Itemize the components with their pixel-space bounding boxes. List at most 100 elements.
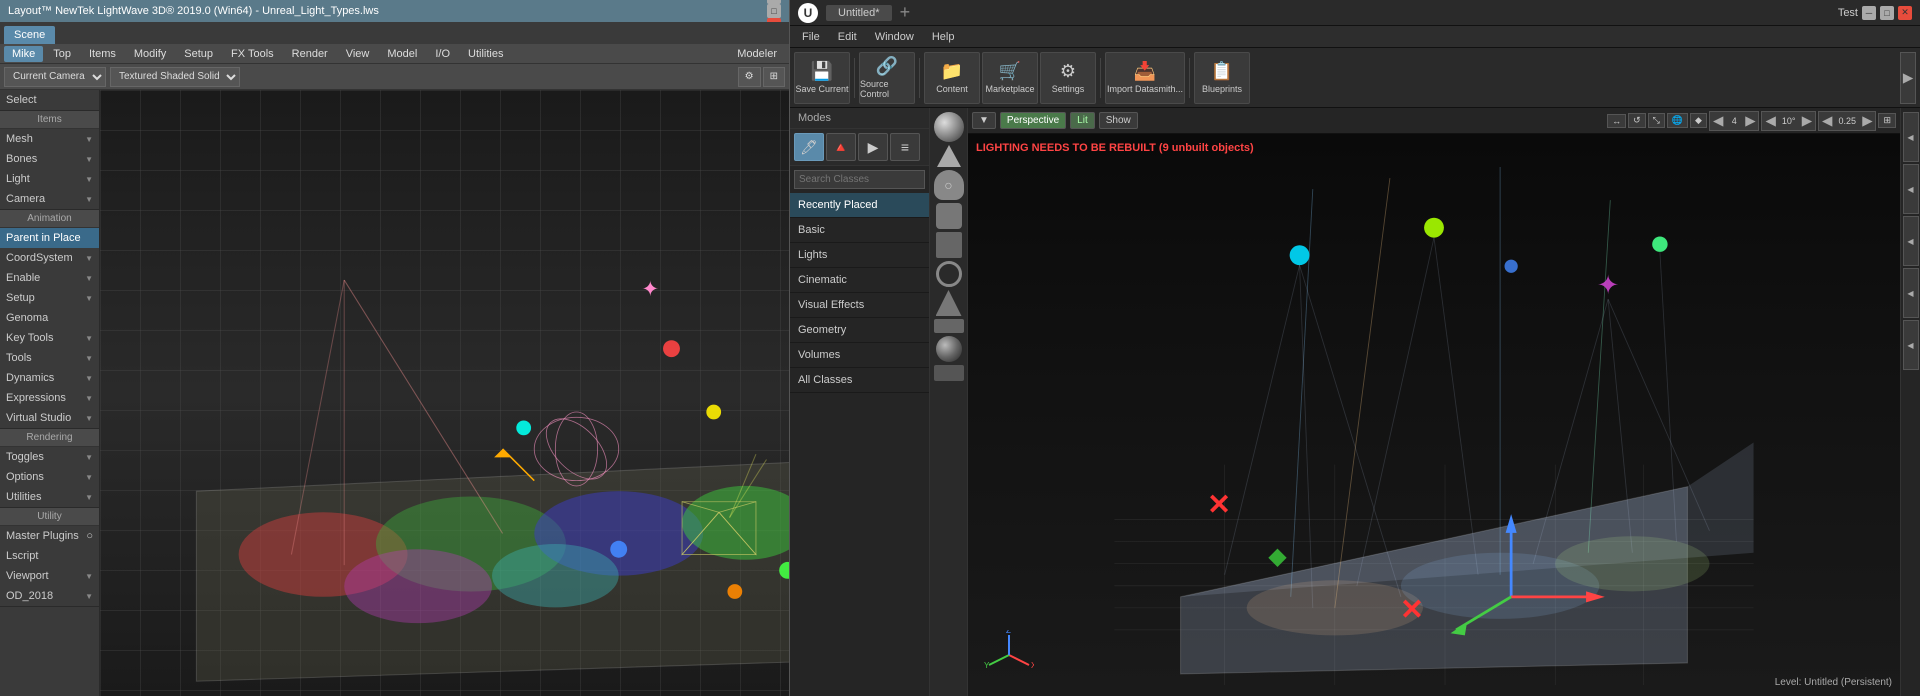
menu-render[interactable]: Render [284,46,336,62]
zoom-decrease-btn[interactable]: ◀ [1822,113,1832,129]
menu-io[interactable]: I/O [427,46,458,62]
angle-decrease-btn[interactable]: ◀ [1765,113,1775,129]
translate-btn[interactable]: ↔ [1607,114,1626,128]
sidebar-item-lscript[interactable]: Lscript [0,546,99,566]
surface-btn[interactable]: ◆ [1690,113,1707,128]
sidebar-item-od2018[interactable]: OD_2018▼ [0,586,99,606]
right-arrow-top[interactable]: ◀ [1903,112,1919,162]
menu-model[interactable]: Model [379,46,425,62]
right-arrow-mid3[interactable]: ◀ [1903,268,1919,318]
menu-items[interactable]: Items [81,46,124,62]
menu-edit[interactable]: Edit [830,29,865,45]
perspective-btn[interactable]: Perspective [1000,112,1066,129]
cylinder-icon[interactable] [936,203,962,229]
zoom-increase-btn[interactable]: ▶ [1862,113,1872,129]
menu-mike[interactable]: Mike [4,46,43,62]
sidebar-item-tools[interactable]: Tools▼ [0,348,99,368]
sidebar-item-virtual-studio[interactable]: Virtual Studio▼ [0,408,99,428]
sidebar-item-options[interactable]: Options▼ [0,467,99,487]
ue-maximize-btn[interactable]: □ [1880,6,1894,20]
sidebar-item-bones[interactable]: Bones▼ [0,149,99,169]
sphere-icon[interactable] [934,112,964,142]
small-sphere-icon[interactable] [936,336,962,362]
rotate-btn[interactable]: ↺ [1628,113,1646,128]
settings-btn[interactable]: ⚙ [738,67,761,87]
sidebar-item-dynamics[interactable]: Dynamics▼ [0,368,99,388]
sidebar-item-select[interactable]: Select [0,90,99,110]
mode-geometry-btn[interactable]: 🔺 [826,133,856,161]
marketplace-btn[interactable]: 🛒 Marketplace [982,52,1038,104]
flat-rect-icon[interactable] [934,319,964,333]
sidebar-item-expressions[interactable]: Expressions▼ [0,388,99,408]
lw-viewport[interactable]: ✦ [100,90,789,696]
right-arrow-mid1[interactable]: ◀ [1903,164,1919,214]
menu-top[interactable]: Top [45,46,79,62]
mode-extra-btn[interactable]: ≡ [890,133,920,161]
maximize-viewport-btn[interactable]: ⊞ [1878,113,1896,128]
blueprints-btn[interactable]: 📋 Blueprints [1194,52,1250,104]
sidebar-item-toggles[interactable]: Toggles▼ [0,447,99,467]
scale-btn[interactable]: ⤡ [1648,113,1665,128]
ue-minimize-btn[interactable]: ─ [1862,6,1876,20]
panel-icon[interactable] [934,365,964,381]
menu-file[interactable]: File [794,29,828,45]
sidebar-item-utilities[interactable]: Utilities▼ [0,487,99,507]
world-btn[interactable]: 🌐 [1667,113,1688,128]
class-recently-placed[interactable]: Recently Placed [790,193,929,218]
viewport-mode-dropdown[interactable]: Textured Shaded Solid [110,67,240,87]
search-input[interactable] [799,174,931,185]
sidebar-item-key-tools[interactable]: Key Tools▼ [0,328,99,348]
sidebar-item-light[interactable]: Light▼ [0,169,99,189]
menu-utilities[interactable]: Utilities [460,46,511,62]
angle-increase-btn[interactable]: ▶ [1802,113,1812,129]
grid-increase-btn[interactable]: ▶ [1745,113,1755,129]
ue-3d-viewport[interactable]: LIGHTING NEEDS TO BE REBUILT (9 unbuilt … [968,134,1900,696]
menu-help[interactable]: Help [924,29,963,45]
class-cinematic[interactable]: Cinematic [790,268,929,293]
content-btn[interactable]: 📁 Content [924,52,980,104]
toolbar-collapse-btn[interactable]: ▶ [1900,52,1916,104]
sidebar-item-parent-in-place[interactable]: Parent in Place [0,228,99,248]
sidebar-item-enable[interactable]: Enable▼ [0,268,99,288]
sidebar-item-mesh[interactable]: Mesh▼ [0,129,99,149]
import-datasmith-btn[interactable]: 📥 Import Datasmith... [1105,52,1185,104]
class-all-classes[interactable]: All Classes [790,368,929,393]
class-visual-effects[interactable]: Visual Effects [790,293,929,318]
cone-icon[interactable] [937,145,961,167]
viewport-layout-btn[interactable]: ⊞ [763,67,785,87]
menu-setup[interactable]: Setup [176,46,221,62]
class-lights[interactable]: Lights [790,243,929,268]
menu-fxtools[interactable]: FX Tools [223,46,282,62]
source-control-btn[interactable]: 🔗 Source Control [859,52,915,104]
grid-decrease-btn[interactable]: ◀ [1713,113,1723,129]
save-current-btn[interactable]: 💾 Save Current [794,52,850,104]
maximize-button[interactable]: □ [767,4,781,18]
tab-scene[interactable]: Scene [4,26,55,44]
sidebar-item-genoma[interactable]: Genoma [0,308,99,328]
circle-icon[interactable] [936,261,962,287]
lightbulb-icon[interactable]: ○ [934,170,964,200]
ue-untitled-tab[interactable]: Untitled* [826,5,892,21]
class-basic[interactable]: Basic [790,218,929,243]
mode-select-btn[interactable]: 🖊 [794,133,824,161]
ue-close-btn[interactable]: ✕ [1898,6,1912,20]
menu-modify[interactable]: Modify [126,46,174,62]
class-geometry[interactable]: Geometry [790,318,929,343]
class-volumes[interactable]: Volumes [790,343,929,368]
sidebar-item-setup[interactable]: Setup▼ [0,288,99,308]
sidebar-item-viewport[interactable]: Viewport▼ [0,566,99,586]
wedge-icon[interactable] [936,290,962,316]
viewport-options-btn[interactable]: ▼ [972,112,996,129]
lit-btn[interactable]: Lit [1070,112,1095,129]
menu-modeler[interactable]: Modeler [729,46,785,62]
menu-view[interactable]: View [338,46,378,62]
right-arrow-mid2[interactable]: ◀ [1903,216,1919,266]
right-arrow-bot[interactable]: ◀ [1903,320,1919,370]
settings-ue-btn[interactable]: ⚙ Settings [1040,52,1096,104]
camera-dropdown[interactable]: Current Camera [4,67,106,87]
add-tab-btn[interactable]: + [900,2,911,23]
sidebar-item-master-plugins[interactable]: Master Plugins○ [0,526,99,546]
sidebar-item-coordsystem[interactable]: CoordSystem▼ [0,248,99,268]
mode-play-btn[interactable]: ▶ [858,133,888,161]
show-btn[interactable]: Show [1099,112,1138,129]
